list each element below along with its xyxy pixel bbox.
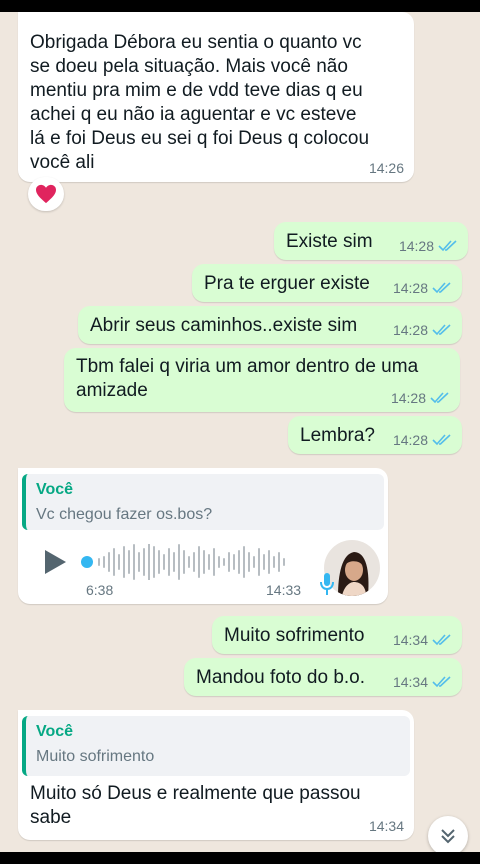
message-time: 14:28 [392,280,428,296]
double-check-icon [432,634,451,646]
message-time: 14:34 [392,674,428,690]
quoted-message[interactable]: Você Muito sofrimento [22,716,410,776]
message-line: Muito só Deus e realmente que passou [30,783,361,804]
double-check-icon [432,282,451,294]
double-chevron-down-icon [441,829,455,844]
incoming-message[interactable]: Você Muito sofrimento Muito só Deus e re… [18,710,414,840]
waveform-bar [228,552,230,572]
waveform-bar [178,544,180,580]
double-check-icon [432,434,451,446]
waveform-bar [183,550,185,574]
double-check-icon [432,676,451,688]
waveform-bar [118,554,120,570]
outgoing-message[interactable]: Mandou foto do b.o. 14:34 [184,658,462,696]
outgoing-message[interactable]: Abrir seus caminhos..existe sim 14:28 [78,306,462,344]
waveform-bar [243,546,245,578]
message-line: Obrigada Débora eu sentia o quanto vc [30,32,362,53]
message-time: 14:28 [392,432,428,448]
message-time: 14:34 [368,818,404,834]
waveform-bar [133,544,135,580]
message-time: 14:28 [398,238,434,254]
message-time: 14:28 [390,390,426,406]
double-check-icon [432,324,451,336]
waveform-bar [238,550,240,574]
outgoing-message[interactable]: Tbm falei q viria um amor dentro de uma … [64,348,460,412]
quote-text: Muito sofrimento [36,748,155,765]
waveform-bar [138,552,140,572]
waveform-bar [283,558,285,566]
waveform-bar [208,554,210,570]
double-check-icon [438,240,457,252]
waveform-bar [233,554,235,570]
waveform-bar [218,556,220,568]
waveform-bar [123,546,125,578]
mic-icon [320,573,334,595]
waveform-bar [258,548,260,576]
message-time: 14:28 [392,322,428,338]
heart-reaction[interactable] [28,177,64,211]
outgoing-message[interactable]: Lembra? 14:28 [288,416,462,454]
waveform-bar [278,552,280,572]
message-line: mentiu pra mim e de vdd teve dias q eu [30,80,363,101]
navigation-bar [0,852,480,864]
quote-author: Você [36,723,74,740]
double-check-icon [430,392,449,404]
message-text: Lembra? [300,425,375,446]
message-line: achei q eu não ia aguentar e vc esteve [30,104,357,125]
message-text: Pra te erguer existe [204,273,370,294]
waveform-bar [163,554,165,570]
quoted-message[interactable]: Você Vc chegou fazer os.bos? [22,474,384,530]
waveform-bar [213,548,215,576]
waveform-bar [148,544,150,580]
waveform-bar [203,550,205,574]
voice-duration: 6:38 [86,582,114,598]
waveform-bar [153,546,155,578]
message-time: 14:34 [392,632,428,648]
waveform-bar [193,552,195,572]
message-text: Muito sofrimento [224,625,365,646]
waveform-bar [223,558,225,566]
message-line: lá e foi Deus eu sei q foi Deus q coloco… [30,128,370,149]
playback-position-dot[interactable] [81,556,93,568]
waveform-bar [113,548,115,576]
message-text: Abrir seus caminhos..existe sim [90,315,358,336]
waveform-bar [198,546,200,578]
quote-author: Você [36,481,74,498]
message-line: Tbm falei q viria um amor dentro de uma [76,356,419,377]
message-time: 14:26 [368,160,404,176]
outgoing-message[interactable]: Muito sofrimento 14:34 [212,616,462,654]
waveform-bar [158,550,160,574]
scroll-to-bottom-button[interactable] [428,816,468,856]
waveform-bar [128,550,130,574]
message-text: Existe sim [286,231,373,252]
waveform-bar [273,556,275,568]
waveform-bar [143,548,145,576]
outgoing-message[interactable]: Existe sim 14:28 [274,222,468,260]
waveform-bar [168,548,170,576]
outgoing-message[interactable]: Pra te erguer existe 14:28 [192,264,462,302]
status-bar [0,0,480,12]
waveform-bar [263,554,265,570]
waveform-bar [248,552,250,572]
waveform-bar [103,556,105,568]
message-text: Mandou foto do b.o. [196,667,366,688]
voice-waveform[interactable] [80,544,300,580]
quote-text: Vc chegou fazer os.bos? [36,506,213,523]
incoming-message[interactable]: Obrigada Débora eu sentia o quanto vc se… [18,12,414,182]
message-line: sabe [30,807,72,828]
play-icon[interactable] [42,548,68,576]
heart-icon [36,184,56,204]
waveform-bar [108,552,110,572]
waveform-bar [268,550,270,574]
message-line: se doeu pela situação. Mais você não [30,56,348,77]
message-time: 14:33 [266,582,302,598]
waveform-bar [253,556,255,568]
waveform-bar [173,552,175,572]
waveform-bar [98,558,100,566]
message-line: você ali [30,152,95,173]
waveform-bar [188,556,190,568]
